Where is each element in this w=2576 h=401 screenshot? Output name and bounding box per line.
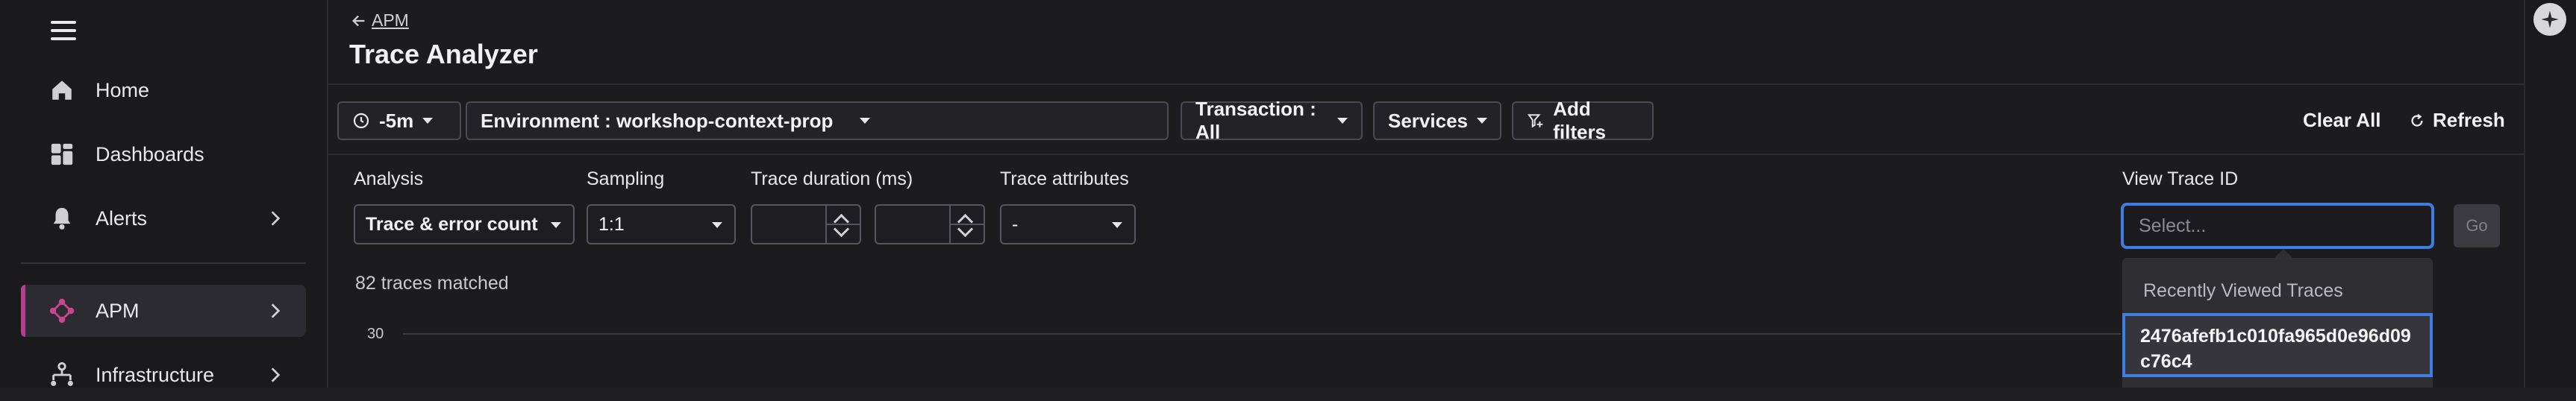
- sparkle-icon: [2541, 10, 2559, 28]
- sidebar-item-label: APM: [96, 299, 140, 322]
- refresh-label: Refresh: [2433, 109, 2505, 131]
- refresh-button[interactable]: Refresh: [2409, 109, 2505, 132]
- transaction-filter-value: Transaction : All: [1195, 98, 1316, 143]
- filters-divider: [328, 154, 2524, 155]
- trace-duration-label: Trace duration (ms): [751, 168, 913, 189]
- sidebar-item-home[interactable]: Home: [21, 64, 306, 116]
- sidebar-item-infrastructure[interactable]: Infrastructure: [21, 349, 306, 401]
- sidebar-item-label: Infrastructure: [96, 363, 215, 386]
- analysis-select-value: Trace & error count: [366, 213, 538, 235]
- trace-attributes-value: -: [1012, 213, 1019, 235]
- number-stepper[interactable]: [825, 206, 860, 243]
- back-link-label: APM: [372, 10, 409, 30]
- time-range-selector[interactable]: -5m: [337, 101, 461, 140]
- trace-id-placeholder: Select...: [2139, 215, 2207, 236]
- environment-filter-value: Environment : workshop-context-prop: [481, 109, 834, 132]
- chevron-right-icon: [271, 303, 281, 318]
- y-axis-tick: 30: [367, 326, 384, 342]
- sidebar-item-alerts[interactable]: Alerts: [21, 192, 306, 244]
- sampling-select[interactable]: 1:1: [587, 204, 736, 244]
- time-range-value: -5m: [379, 109, 414, 132]
- add-filters-label: Add filters: [1553, 98, 1607, 143]
- caret-down-icon: [1476, 118, 1487, 124]
- chart-gridline: [403, 333, 2121, 335]
- home-icon: [52, 80, 72, 100]
- infrastructure-icon: [51, 362, 73, 386]
- page-title: Trace Analyzer: [349, 39, 538, 69]
- environment-filter[interactable]: Environment : workshop-context-prop: [466, 101, 1169, 140]
- trace-id-input[interactable]: Select...: [2121, 203, 2434, 249]
- bell-icon: [53, 207, 71, 230]
- filter-plus-icon: [1528, 114, 1543, 128]
- sidebar-item-label: Home: [96, 78, 150, 101]
- sidebar: Home Dashboards Alerts APM Infrastructur…: [0, 0, 328, 388]
- sidebar-item-apm[interactable]: APM: [21, 285, 306, 337]
- header-divider: [328, 83, 2524, 85]
- sidebar-divider: [21, 262, 306, 264]
- trace-attributes-label: Trace attributes: [1000, 168, 1129, 189]
- apm-icon: [49, 298, 75, 323]
- menu-icon[interactable]: [51, 18, 76, 43]
- caret-down-icon: [551, 222, 561, 228]
- services-filter-value: Services: [1388, 109, 1468, 132]
- caret-down-icon: [712, 222, 722, 228]
- analysis-select[interactable]: Trace & error count: [354, 204, 575, 244]
- dashboards-icon: [51, 143, 73, 165]
- caret-down-icon: [422, 118, 434, 124]
- sidebar-item-dashboards[interactable]: Dashboards: [21, 128, 306, 180]
- sidebar-item-label: Dashboards: [96, 142, 204, 165]
- recent-traces-dropdown: Recently Viewed Traces 2476afefb1c010fa9…: [2122, 249, 2433, 388]
- traces-matched-count: 82 traces matched: [355, 273, 509, 294]
- analysis-label: Analysis: [354, 168, 424, 189]
- clear-all-label: Clear All: [2303, 109, 2381, 131]
- trace-duration-max-input[interactable]: [875, 204, 985, 244]
- view-trace-id-label: View Trace ID: [2122, 168, 2239, 189]
- right-rail: [2524, 0, 2576, 388]
- chevron-right-icon: [271, 367, 281, 382]
- caret-down-icon: [860, 118, 871, 124]
- refresh-icon: [2411, 113, 2423, 127]
- go-button[interactable]: Go: [2454, 204, 2500, 247]
- trace-attributes-select[interactable]: -: [1000, 204, 1136, 244]
- chevron-right-icon: [271, 211, 281, 226]
- sampling-select-value: 1:1: [598, 213, 625, 235]
- recent-traces-heading: Recently Viewed Traces: [2143, 280, 2343, 301]
- sidebar-item-label: Alerts: [96, 206, 148, 230]
- arrow-left-icon: [352, 15, 365, 26]
- add-filters-button[interactable]: Add filters: [1512, 98, 1654, 143]
- trace-duration-min-input[interactable]: [751, 204, 861, 244]
- transaction-filter[interactable]: Transaction : All: [1181, 98, 1363, 143]
- services-filter[interactable]: Services: [1373, 101, 1501, 140]
- sampling-label: Sampling: [587, 168, 665, 189]
- caret-down-icon: [1337, 118, 1348, 124]
- clock-icon: [353, 113, 369, 129]
- ai-assistant-button[interactable]: [2533, 3, 2566, 36]
- recent-trace-option[interactable]: 2476afefb1c010fa965d0e96d09c76c4: [2122, 313, 2433, 377]
- number-stepper[interactable]: [949, 206, 984, 243]
- caret-down-icon: [1112, 222, 1122, 228]
- clear-all-button[interactable]: Clear All: [2303, 109, 2381, 132]
- main-content: APM Trace Analyzer -5m Environment : wor…: [328, 0, 2524, 388]
- back-link[interactable]: APM: [351, 10, 409, 31]
